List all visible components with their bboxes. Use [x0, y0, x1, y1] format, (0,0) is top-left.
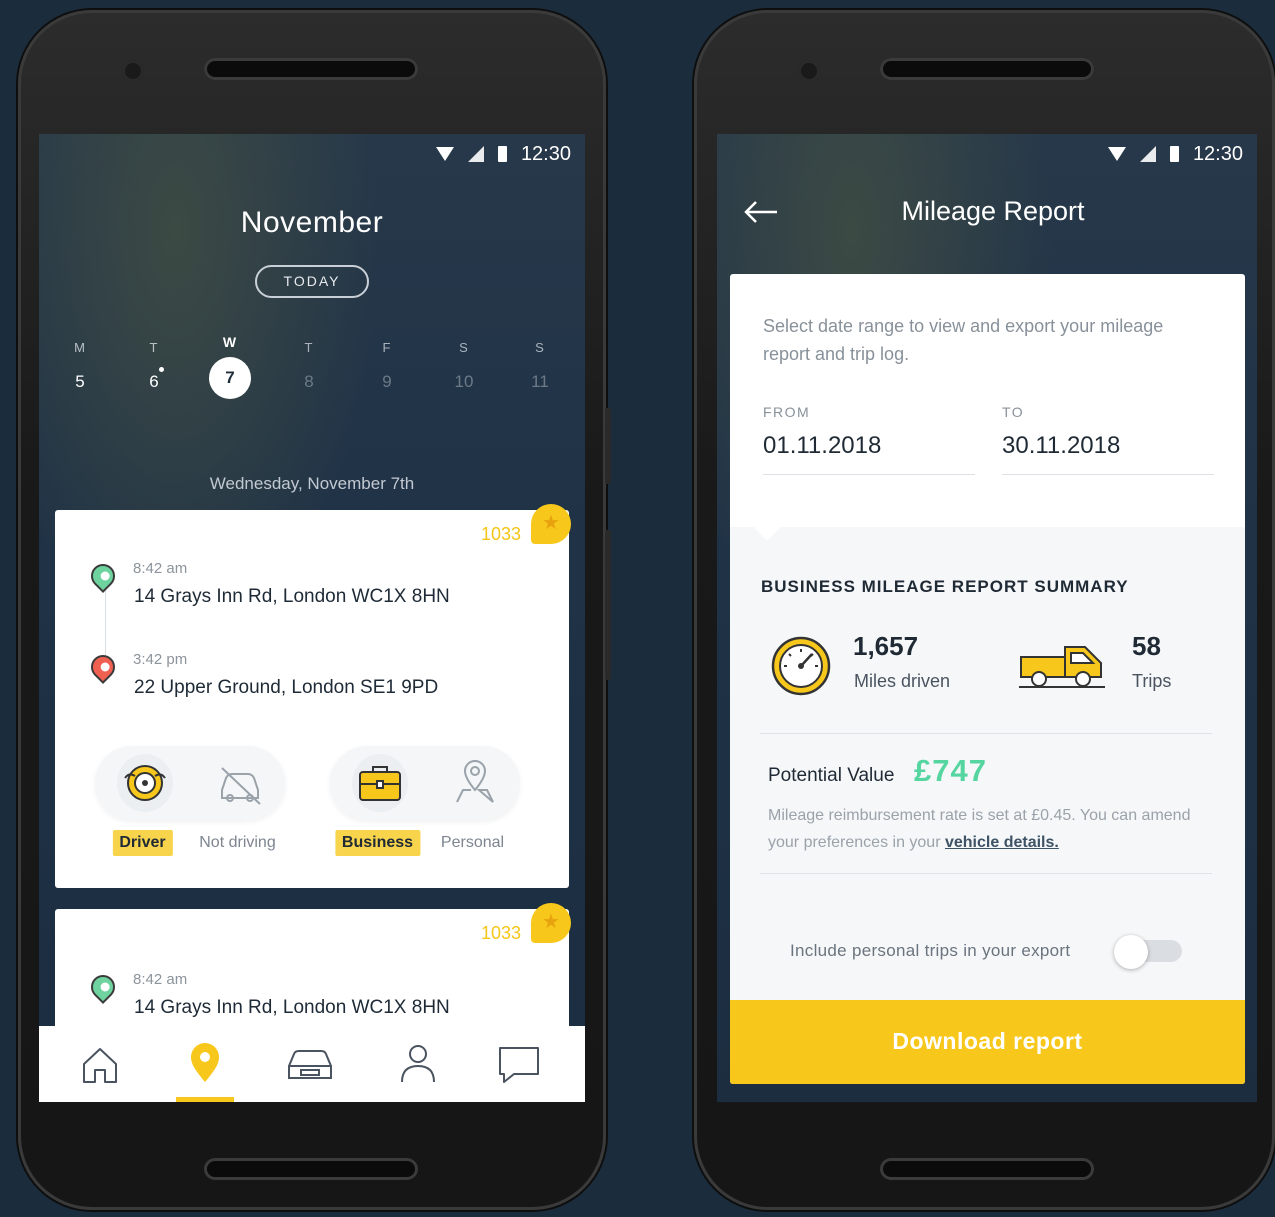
include-personal-label: Include personal trips in your export: [790, 941, 1071, 960]
vehicle-details-link[interactable]: vehicle details.: [945, 834, 1059, 851]
start-time: 8:42 am: [133, 560, 188, 577]
trips-value: 58: [1132, 631, 1161, 661]
start-pin-icon: [86, 559, 120, 593]
end-address: 22 Upper Ground, London SE1 9PD: [134, 677, 439, 698]
steering-wheel-icon: [117, 754, 173, 812]
bottom-speaker: [880, 1158, 1094, 1180]
bottom-tab-bar: [39, 1026, 585, 1102]
page-title: Mileage Report: [901, 196, 1085, 226]
trip-classification: Driver Not driving Business Personal: [95, 746, 535, 866]
divider: [760, 873, 1212, 874]
divider: [760, 733, 1212, 734]
day-thursday[interactable]: T 8: [288, 340, 330, 392]
month-title: November: [240, 206, 384, 239]
start-address: 14 Grays Inn Rd, London WC1X 8HN: [134, 586, 450, 607]
end-time: 3:42 pm: [133, 651, 188, 668]
truck-icon: [1019, 646, 1105, 688]
potential-value: £747: [914, 753, 987, 788]
chat-icon: [499, 1047, 539, 1083]
day-friday[interactable]: F 9: [366, 340, 408, 392]
status-time: 12:30: [1192, 142, 1243, 165]
purpose-toggle-group: Business Personal: [330, 746, 520, 856]
report-card: Select date range to view and export you…: [730, 274, 1245, 1084]
briefcase-icon: [352, 754, 408, 812]
home-icon: [83, 1048, 117, 1083]
tab-home[interactable]: [75, 1042, 125, 1086]
day-sunday[interactable]: S 11: [519, 340, 561, 392]
wifi-icon: [435, 147, 454, 161]
day-tuesday[interactable]: T 6: [133, 340, 175, 392]
tab-profile[interactable]: [393, 1042, 443, 1086]
car-icon: [288, 1050, 332, 1079]
front-camera: [798, 60, 820, 82]
end-pin-icon: [86, 650, 120, 684]
car-crossed-icon: [212, 754, 268, 812]
star-icon[interactable]: ★: [531, 504, 571, 544]
signal-icon: [467, 146, 484, 162]
profile-icon: [401, 1045, 435, 1083]
mileage-report-screen: 12:30 Mileage Report Select date range t…: [717, 134, 1257, 1102]
phone-left: 12:30 November TODAY M 5 T 6 W 7 T 8 F 9…: [18, 10, 611, 1210]
section-notch: [754, 515, 780, 541]
bottom-speaker: [204, 1158, 418, 1180]
include-personal-toggle[interactable]: [1114, 935, 1182, 969]
star-icon[interactable]: ★: [531, 903, 571, 943]
wifi-icon: [1107, 147, 1126, 161]
trips-label: Trips: [1132, 671, 1172, 691]
power-button: [605, 530, 611, 680]
driver-toggle-group: Driver Not driving: [95, 746, 285, 856]
selected-date-label: Wednesday, November 7th: [209, 474, 415, 493]
from-date-field[interactable]: FROM 01.11.2018: [763, 404, 975, 475]
day-monday[interactable]: M 5: [59, 340, 101, 392]
battery-icon: [497, 146, 507, 162]
battery-icon: [1169, 146, 1179, 162]
summary-title: BUSINESS MILEAGE REPORT SUMMARY: [761, 577, 1129, 596]
trip-card[interactable]: 1033 ★ 8:42 am 14 Grays Inn Rd, London W…: [55, 504, 571, 888]
miles-label: Miles driven: [854, 671, 951, 691]
volume-button: [605, 408, 611, 484]
start-time: 8:42 am: [133, 971, 188, 988]
trip-score: 1033: [480, 923, 521, 943]
earpiece-speaker: [204, 58, 418, 80]
download-report-button[interactable]: Download report: [730, 1000, 1245, 1084]
reimbursement-note: Mileage reimbursement rate is set at £0.…: [768, 807, 1191, 851]
to-date-field[interactable]: TO 30.11.2018: [1002, 404, 1214, 475]
tab-trips[interactable]: [180, 1042, 230, 1086]
tab-messages[interactable]: [494, 1042, 544, 1086]
signal-icon: [1139, 146, 1156, 162]
report-intro: Select date range to view and export you…: [763, 316, 1164, 364]
start-pin-icon: [86, 970, 120, 1004]
status-bar: 12:30: [1107, 142, 1243, 166]
trips-screen: 12:30 November TODAY M 5 T 6 W 7 T 8 F 9…: [39, 134, 585, 1102]
week-strip: M 5 T 6 W 7 T 8 F 9 S 10 S 11: [59, 334, 565, 400]
active-tab-indicator: [176, 1097, 234, 1102]
potential-value-label: Potential Value: [768, 765, 895, 786]
trip-indicator-dot: [159, 367, 164, 372]
status-bar: 12:30: [435, 142, 571, 166]
status-time: 12:30: [520, 142, 571, 165]
route-line: [105, 588, 106, 662]
tab-vehicle[interactable]: [285, 1042, 335, 1086]
map-pin-icon: [447, 754, 503, 812]
location-pin-icon: [191, 1043, 219, 1082]
miles-value: 1,657: [853, 631, 919, 661]
today-button[interactable]: TODAY: [255, 265, 369, 298]
trip-score: 1033: [480, 524, 521, 544]
phone-right: 12:30 Mileage Report Select date range t…: [694, 10, 1275, 1210]
earpiece-speaker: [880, 58, 1094, 80]
start-address: 14 Grays Inn Rd, London WC1X 8HN: [134, 997, 450, 1018]
day-wednesday-selected[interactable]: W 7: [209, 334, 251, 399]
speedometer-icon: [771, 636, 831, 696]
front-camera: [122, 60, 144, 82]
day-saturday[interactable]: S 10: [443, 340, 485, 392]
